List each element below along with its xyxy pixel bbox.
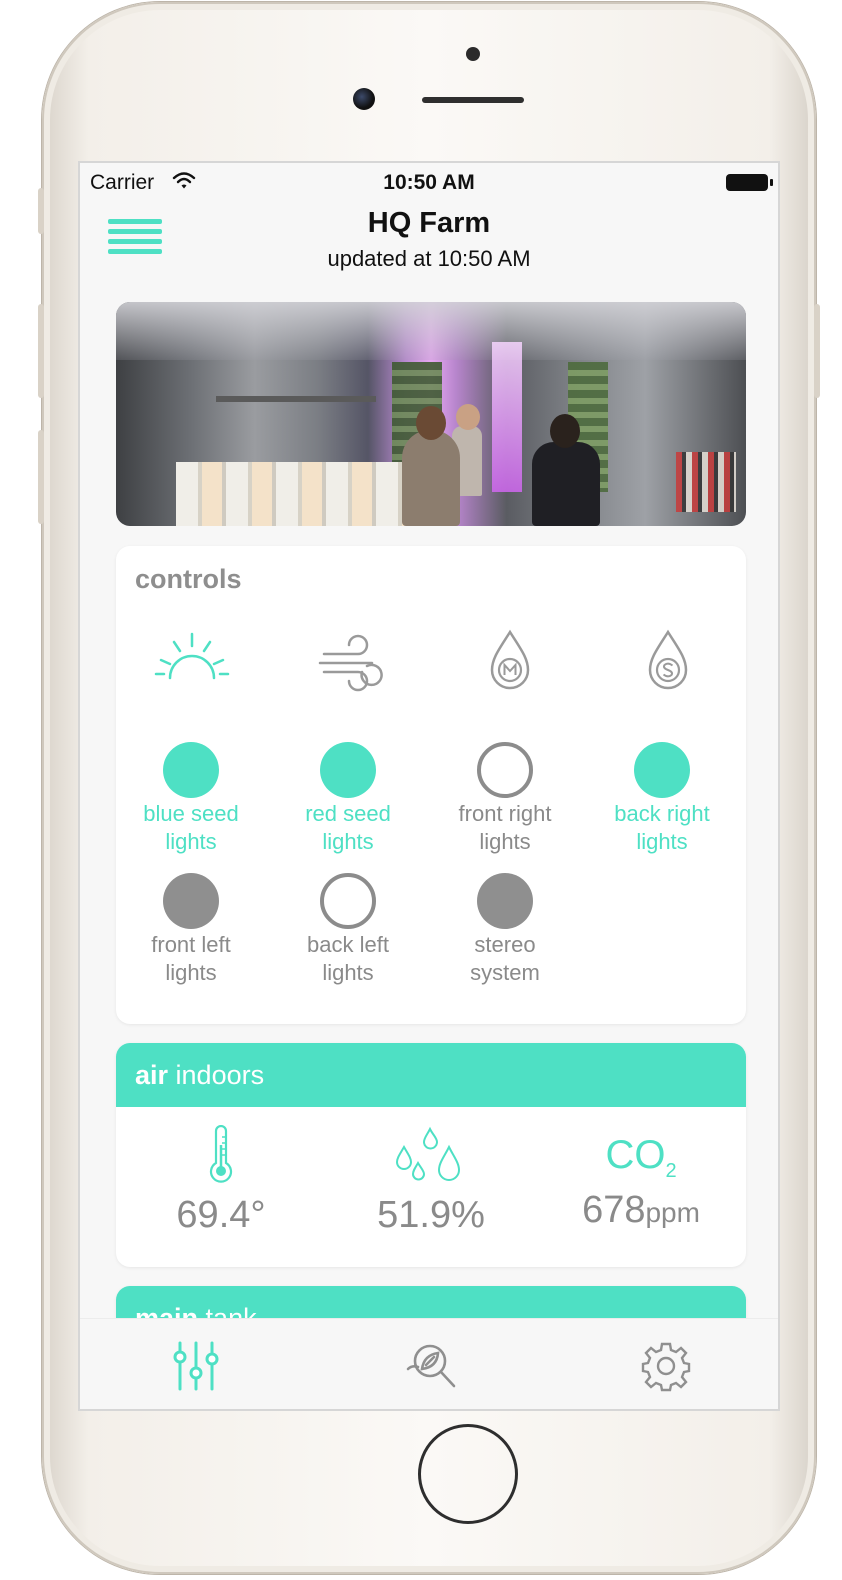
toggle-front-left-lights[interactable]: front left lights [126, 873, 256, 987]
toggle-label: front left lights [151, 932, 231, 985]
toggle-front-right-lights[interactable]: front right lights [440, 742, 570, 856]
co2-metric: CO2 678ppm [536, 1125, 746, 1232]
sunrise-icon[interactable] [152, 626, 232, 696]
toggle-label: back left lights [307, 932, 389, 985]
drop-m-icon[interactable] [470, 626, 550, 696]
air-card-header: air indoors [116, 1043, 746, 1107]
toggle-indicator [477, 742, 533, 798]
proximity-sensor [466, 47, 480, 61]
controls-title: controls [135, 564, 242, 594]
status-time: 10:50 AM [383, 171, 475, 194]
toggle-indicator [163, 742, 219, 798]
toggle-stereo-system[interactable]: stereo system [440, 873, 570, 987]
front-camera [353, 88, 375, 110]
drop-s-icon[interactable] [628, 626, 708, 696]
toggle-indicator [320, 742, 376, 798]
toggle-label: stereo system [470, 932, 540, 985]
temperature-value: 69.4° [176, 1194, 266, 1236]
toggle-indicator [163, 873, 219, 929]
humidity-drops-icon [395, 1126, 461, 1181]
wind-icon[interactable] [312, 626, 392, 696]
toggle-label: blue seed lights [143, 801, 239, 854]
thermometer-icon [209, 1124, 233, 1183]
settings-tab[interactable] [636, 1339, 696, 1393]
home-button[interactable] [418, 1424, 518, 1524]
explore-tab[interactable] [400, 1339, 460, 1393]
controls-tab[interactable] [166, 1339, 226, 1393]
volume-down-button [38, 430, 44, 524]
temperature-metric: 69.4° [116, 1124, 326, 1237]
tab-bar [80, 1318, 778, 1409]
app-screen: Carrier 10:50 AM HQ Farm updated at 10:5… [78, 161, 780, 1411]
co2-value: 678ppm [582, 1189, 700, 1231]
toggle-indicator [634, 742, 690, 798]
volume-up-button [38, 304, 44, 398]
air-card-title: air indoors [135, 1060, 265, 1090]
air-indoors-card: air indoors 69.4° 51.9% CO2 678ppm [116, 1043, 746, 1267]
status-bar: Carrier 10:50 AM [80, 163, 778, 203]
humidity-value: 51.9% [377, 1194, 485, 1236]
toggle-label: back right lights [614, 801, 710, 854]
controls-card: controls blue seed lights red seed light… [116, 546, 746, 1024]
mute-switch [38, 188, 44, 234]
leaf-search-icon [406, 1344, 456, 1388]
camera-feed-image[interactable] [116, 302, 746, 526]
toggle-indicator [320, 873, 376, 929]
farm-title: HQ Farm [367, 207, 491, 239]
toggle-back-left-lights[interactable]: back left lights [283, 873, 413, 987]
toggle-label: red seed lights [305, 801, 391, 854]
toggle-blue-seed-lights[interactable]: blue seed lights [126, 742, 256, 856]
humidity-metric: 51.9% [326, 1125, 536, 1237]
toggle-back-right-lights[interactable]: back right lights [597, 742, 727, 856]
co2-icon: CO2 [605, 1133, 677, 1182]
toggle-indicator [477, 873, 533, 929]
updated-timestamp: updated at 10:50 AM [327, 246, 531, 271]
toggle-label: front right lights [458, 801, 552, 854]
earpiece-speaker [422, 97, 524, 103]
sliders-icon [173, 1341, 219, 1391]
battery-icon [726, 174, 773, 191]
toggle-red-seed-lights[interactable]: red seed lights [283, 742, 413, 856]
power-button [814, 304, 820, 398]
gear-icon [641, 1342, 691, 1392]
